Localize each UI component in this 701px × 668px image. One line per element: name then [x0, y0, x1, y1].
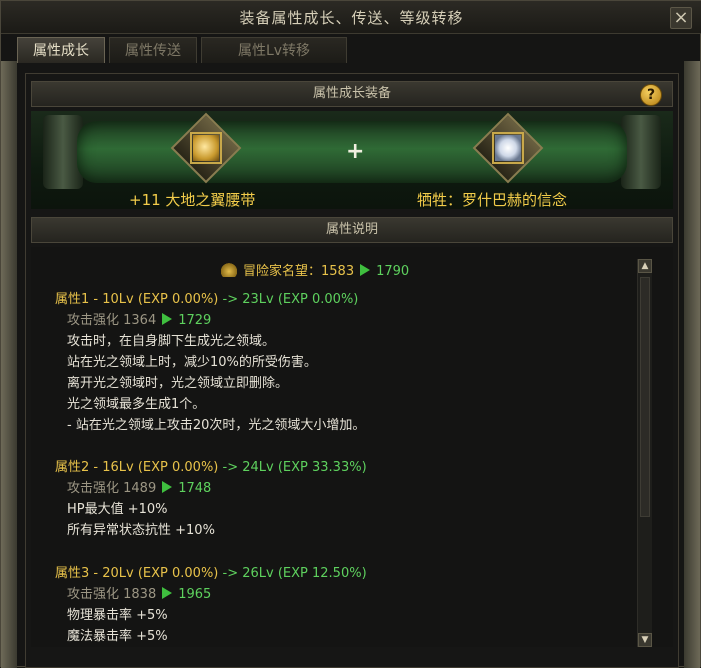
attribute-3-stat-row: 攻击强化 1838 1965 [67, 583, 211, 602]
attribute-1-stat-to: 1729 [178, 313, 212, 328]
attribute-1-line: - 站在光之领域上攻击20次时，光之领域大小增加。 [67, 418, 366, 433]
ring-item-icon [495, 135, 521, 161]
attribute-1-title-row: 属性1 - 10Lv (EXP 0.00%) -> 23Lv (EXP 0.00… [55, 288, 358, 307]
scroll-down-button[interactable]: ▼ [638, 633, 652, 647]
scroll-up-button[interactable]: ▲ [638, 259, 652, 273]
attribute-3-title-row: 属性3 - 20Lv (EXP 0.00%) -> 26Lv (EXP 12.5… [55, 562, 367, 581]
sacrifice-item-frame [492, 132, 524, 164]
attribute-3-target: 26Lv (EXP 12.50%) [242, 566, 367, 581]
window-title: 装备属性成长、传送、等级转移 [239, 9, 464, 27]
attribute-2-stat-row: 攻击强化 1489 1748 [67, 477, 211, 496]
attribute-1-line: 站在光之领域上时，减少10%的所受伤害。 [67, 355, 317, 370]
attribute-3-stat-label: 攻击强化 [67, 587, 124, 602]
plus-icon: + [346, 139, 365, 164]
growth-item-frame [190, 132, 222, 164]
belt-item-icon [193, 135, 219, 161]
attribute-2-title-row: 属性2 - 16Lv (EXP 0.00%) -> 24Lv (EXP 33.3… [55, 456, 367, 475]
fame-icon [221, 263, 237, 277]
scroll-thumb[interactable] [640, 277, 650, 517]
arrow-right-icon [360, 264, 371, 276]
growth-equipment-header-label: 属性成长装备 [312, 86, 391, 101]
tab-attribute-growth[interactable]: 属性成长 [17, 37, 105, 63]
attribute-1-line: 攻击时，在自身脚下生成光之领域。 [67, 334, 276, 349]
background-edge-left [1, 61, 17, 668]
attribute-3-arrow: -> [218, 566, 243, 581]
attribute-2-stat-to: 1748 [178, 481, 212, 496]
close-button[interactable]: × [670, 7, 692, 29]
attribute-1-stat-from: 1364 [123, 313, 157, 328]
attribute-2-stat-from: 1489 [123, 481, 157, 496]
arrow-right-icon [162, 481, 173, 493]
description-scrollbar[interactable]: ▲ ▼ [637, 259, 652, 647]
tab-attribute-transfer[interactable]: 属性传送 [109, 37, 197, 63]
attribute-2-title: 属性2 - 16Lv (EXP 0.00%) [55, 460, 219, 475]
attribute-1-line: 离开光之领域时，光之领域立即删除。 [67, 376, 289, 391]
adventurer-fame-row: 冒险家名望：1583 1790 [221, 260, 409, 279]
attribute-2-line: 所有异常状态抗性 +10% [67, 523, 215, 538]
scroll-roll-right [621, 115, 661, 189]
attribute-3-line: 魔法暴击率 +5% [67, 629, 168, 644]
attribute-1-target: 23Lv (EXP 0.00%) [242, 292, 359, 307]
background-edge-right [684, 61, 700, 668]
description-header: 属性说明 [31, 217, 673, 243]
title-bar[interactable]: 装备属性成长、传送、等级转移 × [1, 1, 701, 34]
help-icon[interactable]: ? [640, 84, 662, 106]
attribute-3-title: 属性3 - 20Lv (EXP 0.00%) [55, 566, 219, 581]
attribute-1-stat-label: 攻击强化 [67, 313, 124, 328]
arrow-right-icon [162, 587, 173, 599]
attribute-3-stat-to: 1965 [178, 587, 212, 602]
attribute-1-line: 光之领域最多生成1个。 [67, 397, 206, 412]
attribute-1-stat-row: 攻击强化 1364 1729 [67, 309, 211, 328]
equipment-area: + +11 大地之翼腰带 牺牲：罗什巴赫的信念 [31, 111, 673, 209]
description-header-label: 属性说明 [325, 222, 378, 237]
attribute-3-stat-from: 1838 [123, 587, 157, 602]
dialog-window: 装备属性成长、传送、等级转移 × 属性成长 属性传送 属性Lv转移 属性成长装备… [0, 0, 701, 668]
arrow-right-icon [162, 313, 173, 325]
fame-label: 冒险家名望： [243, 264, 322, 279]
sacrifice-item-name: 牺牲：罗什巴赫的信念 [417, 191, 568, 209]
attribute-1-title: 属性1 - 10Lv (EXP 0.00%) [55, 292, 219, 307]
attribute-2-line: HP最大值 +10% [67, 502, 168, 517]
attribute-1-arrow: -> [218, 292, 243, 307]
attribute-2-stat-label: 攻击强化 [67, 481, 124, 496]
attribute-2-target: 24Lv (EXP 33.33%) [242, 460, 367, 475]
growth-item-name: +11 大地之翼腰带 [129, 191, 256, 209]
fame-to: 1790 [376, 264, 410, 279]
fame-from: 1583 [321, 264, 355, 279]
attribute-3-line: 物理暴击率 +5% [67, 608, 168, 623]
attribute-2-arrow: -> [218, 460, 243, 475]
tab-attribute-lv-transfer[interactable]: 属性Lv转移 [201, 37, 347, 63]
growth-equipment-header: 属性成长装备 ? [31, 81, 673, 107]
